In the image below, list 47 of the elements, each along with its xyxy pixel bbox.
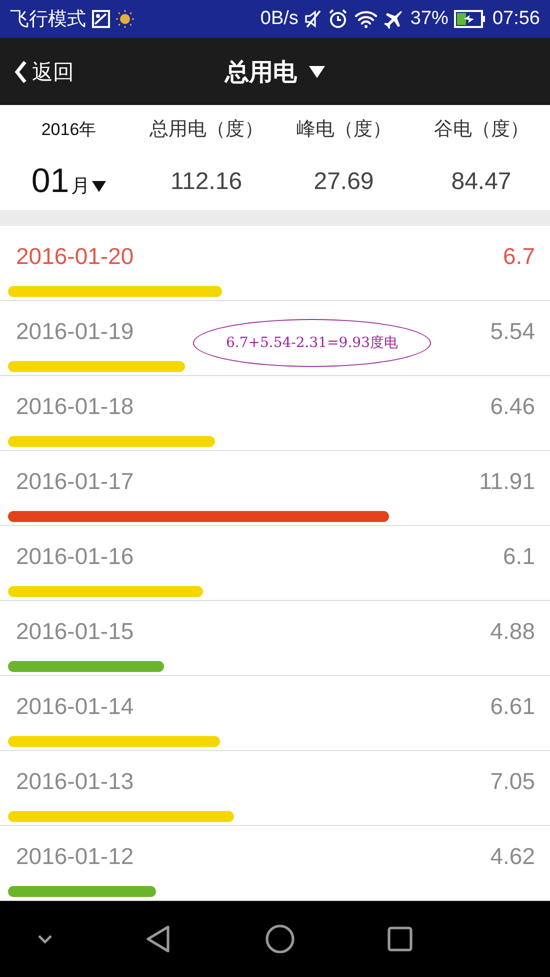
- day-date[interactable]: 2016-01-18: [16, 392, 134, 420]
- column-header: 谷电（度）: [434, 118, 529, 142]
- mute-icon: [304, 10, 322, 28]
- day-date[interactable]: 2016-01-12: [16, 842, 134, 870]
- airplane-icon: [384, 9, 404, 29]
- hide-nav-icon[interactable]: [36, 934, 54, 944]
- day-date[interactable]: 2016-01-19: [16, 318, 134, 344]
- day-value: 6.46: [490, 392, 535, 420]
- day-value: 6.7: [503, 242, 535, 270]
- clock: 07:56: [492, 8, 540, 30]
- day-date[interactable]: 2016-01-20: [16, 242, 134, 270]
- wifi-icon: [354, 10, 378, 28]
- day-date[interactable]: 2016-01-16: [16, 542, 134, 570]
- day-value: 7.05: [490, 768, 535, 794]
- battery-percent: 37%: [410, 8, 448, 30]
- day-value: 6.1: [503, 542, 535, 570]
- caret-down-icon: [92, 181, 106, 192]
- network-speed: 0B/s: [260, 8, 298, 30]
- alarm-icon: [328, 9, 348, 29]
- day-date[interactable]: 2016-01-17: [16, 468, 134, 494]
- column-header: 总用电（度）: [149, 118, 264, 142]
- day-date[interactable]: 2016-01-14: [16, 692, 134, 720]
- mode-label: 飞行模式: [10, 8, 86, 32]
- chevron-left-icon: [14, 60, 28, 84]
- day-value: 4.62: [490, 842, 535, 870]
- total-value: 27.69: [314, 168, 374, 196]
- caret-down-icon: [309, 66, 325, 78]
- day-date[interactable]: 2016-01-15: [16, 618, 134, 644]
- battery-icon: [454, 10, 486, 28]
- home-icon[interactable]: [265, 924, 295, 954]
- month-selector[interactable]: 01 月: [31, 162, 106, 201]
- recent-apps-icon[interactable]: [387, 926, 413, 952]
- column-header: 峰电（度）: [296, 118, 392, 142]
- day-date[interactable]: 2016-01-13: [16, 768, 134, 794]
- back-button[interactable]: 返回: [14, 58, 74, 86]
- day-value: 6.61: [490, 692, 535, 720]
- back-icon[interactable]: [145, 925, 171, 953]
- day-value: 5.54: [490, 318, 535, 344]
- sun-icon: [116, 10, 134, 28]
- day-value: 11.91: [479, 468, 535, 494]
- year-label: 2016年: [41, 118, 96, 140]
- day-value: 4.88: [490, 618, 535, 644]
- annotation-note: 6.7+5.54-2.31=9.93度电: [193, 319, 431, 367]
- total-value: 112.16: [170, 168, 242, 196]
- total-value: 84.47: [451, 168, 512, 196]
- title-dropdown[interactable]: 总用电: [221, 52, 329, 92]
- image-icon: [92, 10, 110, 28]
